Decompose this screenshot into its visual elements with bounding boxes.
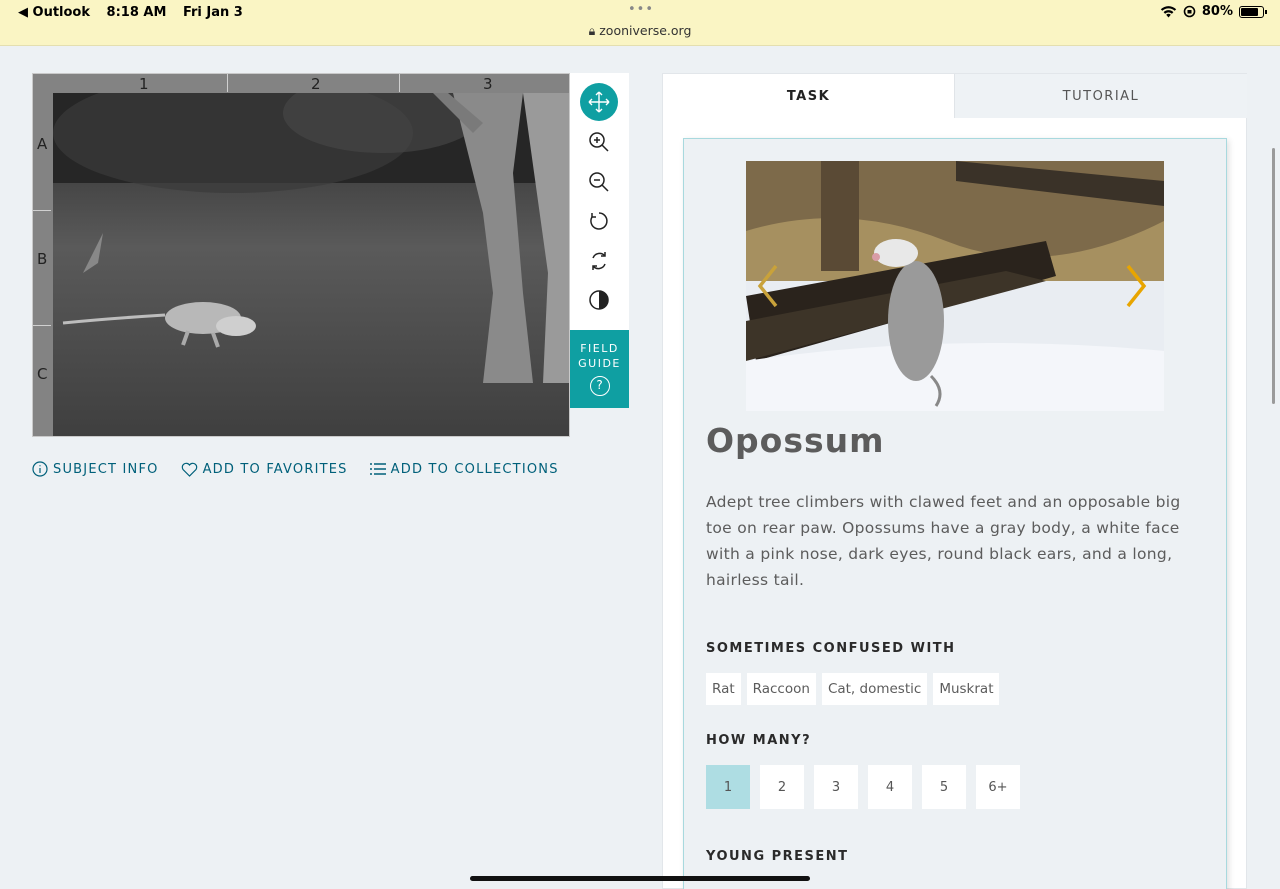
status-time: 8:18 AM xyxy=(106,5,167,20)
subject-info-link[interactable]: SUBJECT INFO xyxy=(32,461,159,477)
species-name: Opossum xyxy=(706,421,885,460)
task-panel: TASK TUTORIAL Opossum Adept tree climber… xyxy=(662,73,1247,889)
invert-icon[interactable] xyxy=(580,281,618,319)
confused-with-heading: SOMETIMES CONFUSED WITH xyxy=(706,641,956,656)
address-bar[interactable]: 🔒︎ zooniverse.org xyxy=(0,23,1280,39)
grid-row-label: A xyxy=(37,135,48,153)
grid-tick xyxy=(399,74,400,92)
info-icon xyxy=(32,461,48,477)
status-bar: ◀ Outlook 8:18 AM Fri Jan 3 ••• 🔒︎ zooni… xyxy=(0,0,1280,46)
young-present-heading: YOUNG PRESENT xyxy=(706,849,849,864)
list-icon xyxy=(369,463,386,475)
help-icon: ? xyxy=(589,376,610,396)
add-to-collections-label: ADD TO COLLECTIONS xyxy=(390,461,559,477)
wifi-icon xyxy=(1160,6,1177,18)
subject-viewer[interactable]: 1 2 3 A B C xyxy=(32,73,570,437)
multitask-dots[interactable]: ••• xyxy=(628,2,654,17)
species-photo xyxy=(746,161,1164,411)
field-guide-label: FIELD xyxy=(580,342,619,355)
tab-tutorial[interactable]: TUTORIAL xyxy=(954,74,1247,118)
add-to-favorites-link[interactable]: ADD TO FAVORITES xyxy=(181,461,348,477)
reset-icon[interactable] xyxy=(580,242,618,280)
grid-tick xyxy=(227,74,228,92)
tab-task[interactable]: TASK xyxy=(663,74,954,118)
grid-col-label: 3 xyxy=(483,75,493,93)
grid-row-label: C xyxy=(37,365,48,383)
add-to-favorites-label: ADD TO FAVORITES xyxy=(202,461,348,477)
page-scrollbar[interactable] xyxy=(1272,148,1275,404)
heart-icon xyxy=(181,462,197,477)
confused-with-chip[interactable]: Cat, domestic xyxy=(821,673,928,705)
status-date: Fri Jan 3 xyxy=(182,5,243,20)
move-icon[interactable] xyxy=(580,83,618,121)
species-description: Adept tree climbers with clawed feet and… xyxy=(706,493,1181,589)
grid-row-label: B xyxy=(37,250,48,268)
count-option[interactable]: 6+ xyxy=(976,765,1020,809)
zoom-in-icon[interactable] xyxy=(580,123,618,161)
count-option[interactable]: 1 xyxy=(706,765,750,809)
count-option[interactable]: 4 xyxy=(868,765,912,809)
battery-percent: 80% xyxy=(1201,4,1233,19)
zoom-out-icon[interactable] xyxy=(580,163,618,201)
battery-icon xyxy=(1239,5,1267,18)
confused-with-chip[interactable]: Rat xyxy=(706,673,741,705)
subject-meta-links: SUBJECT INFO ADD TO FAVORITES ADD TO COL… xyxy=(32,461,559,477)
orientation-lock-icon xyxy=(1183,5,1196,18)
camera-trap-photo[interactable] xyxy=(53,93,569,436)
species-card: Opossum Adept tree climbers with clawed … xyxy=(683,138,1227,889)
field-guide-label: GUIDE xyxy=(578,357,621,370)
grid-tick xyxy=(33,325,51,326)
subject-info-label: SUBJECT INFO xyxy=(53,461,159,477)
status-left: ◀ Outlook 8:18 AM Fri Jan 3 xyxy=(18,5,255,20)
confused-with-chip[interactable]: Raccoon xyxy=(746,673,816,705)
confused-with-list: Rat Raccoon Cat, domestic Muskrat xyxy=(706,673,1000,705)
count-option[interactable]: 3 xyxy=(814,765,858,809)
rotate-icon[interactable] xyxy=(580,202,618,240)
count-option[interactable]: 2 xyxy=(760,765,804,809)
how-many-options: 1 2 3 4 5 6+ xyxy=(706,765,1020,809)
confused-with-chip[interactable]: Muskrat xyxy=(933,673,1000,705)
add-to-collections-link[interactable]: ADD TO COLLECTIONS xyxy=(369,461,559,477)
status-right: 80% xyxy=(1160,4,1267,19)
field-guide-button[interactable]: FIELD GUIDE ? xyxy=(570,330,629,408)
grid-col-label: 2 xyxy=(311,75,321,93)
count-option[interactable]: 5 xyxy=(922,765,966,809)
back-to-app[interactable]: ◀ Outlook xyxy=(18,5,90,20)
how-many-heading: HOW MANY? xyxy=(706,733,812,748)
grid-col-label: 1 xyxy=(139,75,149,93)
grid-tick xyxy=(33,210,51,211)
lock-icon: 🔒︎ xyxy=(588,23,596,38)
url-text: zooniverse.org xyxy=(599,23,692,38)
home-indicator[interactable] xyxy=(470,876,810,881)
